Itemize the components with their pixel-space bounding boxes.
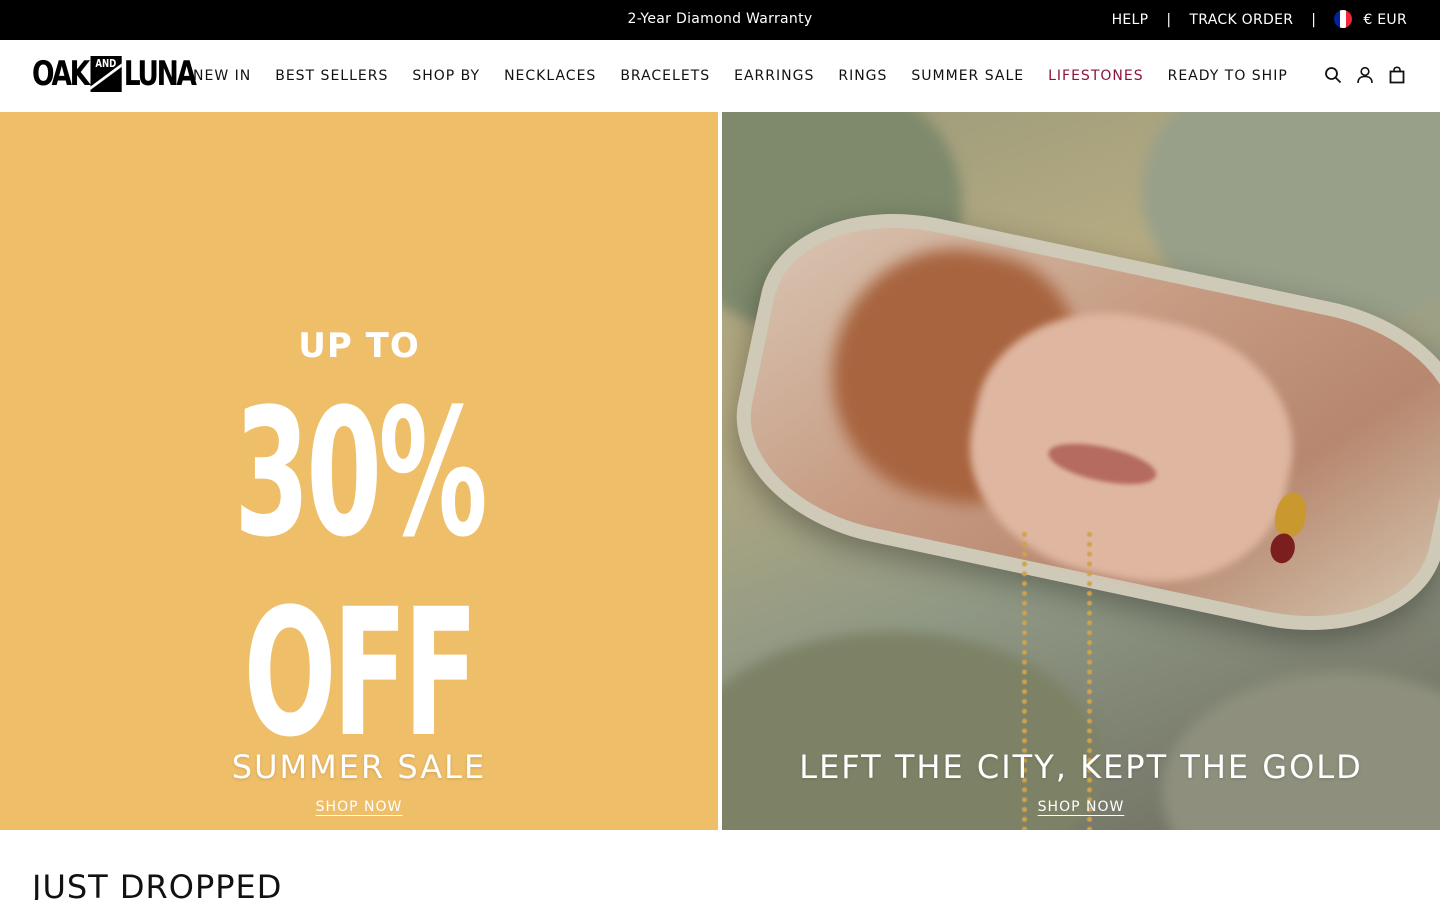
campaign-photo bbox=[722, 112, 1440, 830]
announcement-bar: 2-Year Diamond Warranty HELP | TRACK ORD… bbox=[0, 0, 1440, 40]
summer-sale-shop-now-link[interactable]: SHOP NOW bbox=[316, 799, 403, 815]
divider: | bbox=[1311, 12, 1317, 28]
promo-discount: 30% OFF bbox=[233, 371, 488, 776]
france-flag-icon[interactable] bbox=[1334, 10, 1353, 28]
account-icon[interactable] bbox=[1356, 66, 1374, 84]
campaign-cta-wrap: SHOP NOW bbox=[722, 796, 1440, 815]
promo-up-to: UP TO bbox=[298, 326, 420, 366]
nav-shop-by[interactable]: SHOP BY bbox=[412, 68, 480, 84]
oak-and-luna-logo[interactable]: OAK AND LUNA bbox=[32, 54, 197, 94]
nav-summer-sale[interactable]: SUMMER SALE bbox=[911, 68, 1024, 84]
site-header: OAK AND LUNA NEW IN BEST SELLERS SHOP BY… bbox=[0, 40, 1440, 112]
logo-monogram: AND bbox=[90, 56, 122, 92]
logo-word-luna: LUNA bbox=[123, 54, 197, 94]
search-icon[interactable] bbox=[1324, 66, 1342, 84]
campaign-title: LEFT THE CITY, KEPT THE GOLD bbox=[799, 748, 1363, 786]
track-order-link[interactable]: TRACK ORDER bbox=[1189, 12, 1293, 28]
summer-sale-cta-wrap: SHOP NOW bbox=[0, 796, 718, 815]
divider: | bbox=[1166, 12, 1172, 28]
nav-lifestones[interactable]: LIFESTONES bbox=[1048, 68, 1144, 84]
summer-sale-banner[interactable]: UP TO 30% OFF SUMMER SALE SHOP NOW bbox=[0, 112, 718, 830]
logo-word-oak: OAK bbox=[32, 54, 90, 94]
nav-ready-to-ship[interactable]: READY TO SHIP bbox=[1168, 68, 1288, 84]
section-title: JUST DROPPED bbox=[32, 868, 283, 900]
nav-earrings[interactable]: EARRINGS bbox=[734, 68, 814, 84]
nav-rings[interactable]: RINGS bbox=[838, 68, 887, 84]
nav-new-in[interactable]: NEW IN bbox=[193, 68, 251, 84]
campaign-shop-now-link[interactable]: SHOP NOW bbox=[1038, 799, 1125, 815]
main-navigation: NEW IN BEST SELLERS SHOP BY NECKLACES BR… bbox=[193, 68, 1312, 84]
help-link[interactable]: HELP bbox=[1112, 12, 1149, 28]
campaign-banner[interactable]: LEFT THE CITY, KEPT THE GOLD SHOP NOW bbox=[722, 112, 1440, 830]
summer-sale-title: SUMMER SALE bbox=[231, 748, 487, 786]
nav-necklaces[interactable]: NECKLACES bbox=[504, 68, 596, 84]
bag-icon[interactable] bbox=[1388, 66, 1406, 84]
utility-links: HELP | TRACK ORDER | € EUR bbox=[1112, 10, 1407, 29]
header-icons bbox=[1310, 66, 1406, 84]
currency-selector[interactable]: € EUR bbox=[1363, 12, 1407, 28]
nav-best-sellers[interactable]: BEST SELLERS bbox=[275, 68, 388, 84]
nav-bracelets[interactable]: BRACELETS bbox=[620, 68, 710, 84]
